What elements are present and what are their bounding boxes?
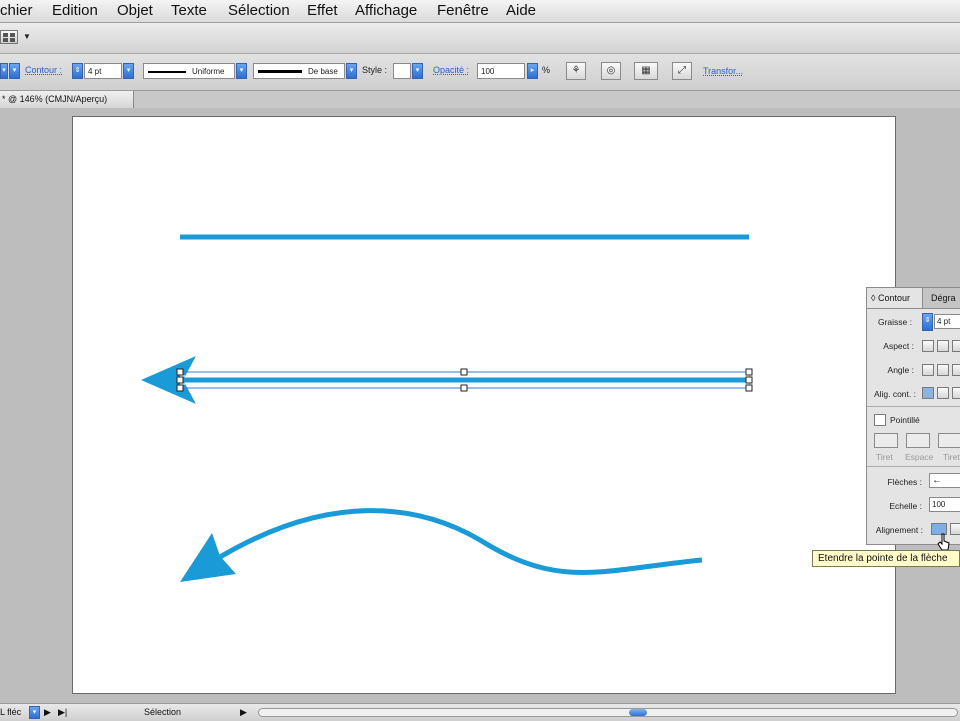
tooltip: Etendre la pointe de la flèche bbox=[812, 550, 960, 567]
gap-label-1: Espace bbox=[905, 452, 934, 462]
arrow-left-icon: ← bbox=[932, 475, 942, 486]
echelle-label: Echelle : bbox=[889, 501, 922, 511]
selection-handle[interactable] bbox=[176, 368, 184, 376]
align-center-icon[interactable] bbox=[922, 387, 934, 399]
status-menu-arrow-icon[interactable]: ▶ bbox=[240, 707, 247, 718]
panel-collapse-icon: ◊ bbox=[871, 293, 878, 303]
curved-arrowhead-shape bbox=[180, 533, 236, 582]
panel-divider bbox=[867, 466, 960, 467]
align-outside-icon[interactable] bbox=[952, 387, 960, 399]
graisse-stepper[interactable]: ⇕ bbox=[922, 313, 933, 331]
artwork-layer bbox=[141, 234, 753, 582]
dash-field-2[interactable] bbox=[938, 433, 960, 448]
current-tool-label: Sélection bbox=[144, 707, 182, 717]
fleches-label: Flèches : bbox=[887, 477, 923, 487]
stroke-panel: ◊ Contour Dégra Graisse : ⇕ 4 pt Aspect … bbox=[866, 287, 960, 545]
tab-contour-label: Contour bbox=[877, 293, 910, 303]
aspect-label: Aspect : bbox=[883, 341, 914, 351]
dash-label-1: Tiret bbox=[876, 452, 893, 462]
alignement-label: Alignement : bbox=[875, 525, 923, 535]
selected-arrow-path[interactable] bbox=[141, 356, 753, 404]
artboard-dropdown[interactable]: ▾ bbox=[29, 706, 40, 719]
align-inside-icon[interactable] bbox=[937, 387, 949, 399]
last-artboard-icon[interactable]: ▶| bbox=[58, 707, 67, 718]
echelle-field[interactable]: 100 bbox=[929, 497, 960, 512]
selection-handle[interactable] bbox=[745, 376, 753, 384]
place-arrow-at-end-button[interactable] bbox=[950, 523, 960, 535]
pointille-label: Pointillé bbox=[890, 415, 920, 425]
round-cap-icon[interactable] bbox=[937, 340, 949, 352]
graisse-field[interactable]: 4 pt bbox=[934, 314, 960, 329]
pointer-cursor-icon bbox=[937, 533, 950, 551]
pointille-checkbox[interactable] bbox=[874, 414, 886, 426]
butt-cap-icon[interactable] bbox=[922, 340, 934, 352]
angle-label: Angle : bbox=[887, 365, 914, 375]
status-bar: L fléc ▾ ▶ ▶| Sélection ▶ bbox=[0, 703, 960, 721]
dash-field-1[interactable] bbox=[874, 433, 898, 448]
panel-divider bbox=[867, 406, 960, 407]
projecting-cap-icon[interactable] bbox=[952, 340, 960, 352]
gap-field-1[interactable] bbox=[906, 433, 930, 448]
selection-handle[interactable] bbox=[460, 368, 468, 376]
selection-handle[interactable] bbox=[176, 384, 184, 392]
bevel-join-icon[interactable] bbox=[952, 364, 960, 376]
stroke-panel-tabs: ◊ Contour Dégra bbox=[867, 288, 960, 309]
next-artboard-icon[interactable]: ▶ bbox=[44, 707, 51, 718]
start-arrowhead-select[interactable]: ← bbox=[929, 473, 960, 488]
scrollbar-thumb[interactable] bbox=[629, 709, 647, 716]
curved-arrow-path[interactable] bbox=[180, 508, 703, 582]
dash-label-2: Tiret bbox=[943, 452, 960, 462]
selection-handle[interactable] bbox=[745, 368, 753, 376]
graisse-label: Graisse : bbox=[877, 317, 912, 327]
artboard-navigation-field[interactable]: L fléc bbox=[0, 707, 21, 717]
round-join-icon[interactable] bbox=[937, 364, 949, 376]
horizontal-scrollbar[interactable] bbox=[258, 708, 958, 717]
selection-handle[interactable] bbox=[745, 384, 753, 392]
selection-handle[interactable] bbox=[460, 384, 468, 392]
tab-contour[interactable]: ◊ Contour bbox=[867, 288, 923, 308]
align-stroke-label: Alig. cont. : bbox=[873, 389, 916, 399]
selection-handle[interactable] bbox=[176, 376, 184, 384]
tab-degrade[interactable]: Dégra bbox=[931, 288, 956, 308]
miter-join-icon[interactable] bbox=[922, 364, 934, 376]
